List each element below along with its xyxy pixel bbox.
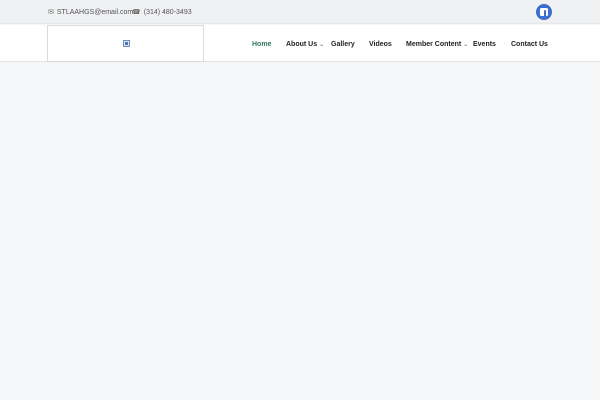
nav-home-label: Home <box>252 40 272 48</box>
site-header: Home About Us ⌄ Gallery Videos Member Co… <box>0 25 600 62</box>
nav-videos-label: Videos <box>369 40 392 48</box>
envelope-icon: ✉ <box>48 8 54 16</box>
nav-home[interactable]: Home <box>252 39 271 49</box>
nav-videos[interactable]: Videos <box>369 39 392 49</box>
main-nav: Home About Us ⌄ Gallery Videos Member Co… <box>0 25 600 62</box>
email-contact[interactable]: ✉ STLAAHGS@email.com <box>48 7 133 17</box>
phone-contact[interactable]: ☎ (314) 480-3493 <box>132 7 192 17</box>
top-bar: ✉ STLAAHGS@email.com ☎ (314) 480-3493 <box>0 0 600 24</box>
nav-contact-us-label: Contact Us <box>511 40 548 48</box>
chevron-down-icon: ⌄ <box>463 41 469 48</box>
nav-about-us-label: About Us <box>286 40 318 48</box>
nav-about-us[interactable]: About Us ⌄ <box>286 39 324 49</box>
page-body <box>0 63 600 400</box>
facebook-icon <box>540 8 548 16</box>
nav-gallery-label: Gallery <box>331 40 355 48</box>
nav-events[interactable]: Events <box>473 39 496 49</box>
chevron-down-icon: ⌄ <box>319 41 325 48</box>
nav-contact-us[interactable]: Contact Us <box>511 39 548 49</box>
phone-text[interactable]: (314) 480-3493 <box>144 9 192 16</box>
nav-member-content[interactable]: Member Content ⌄ <box>406 39 468 49</box>
phone-icon: ☎ <box>132 8 141 16</box>
nav-member-content-label: Member Content <box>406 40 462 48</box>
nav-gallery[interactable]: Gallery <box>331 39 355 49</box>
nav-events-label: Events <box>473 40 496 48</box>
facebook-link[interactable] <box>536 4 552 20</box>
email-text[interactable]: STLAAHGS@email.com <box>57 9 133 16</box>
